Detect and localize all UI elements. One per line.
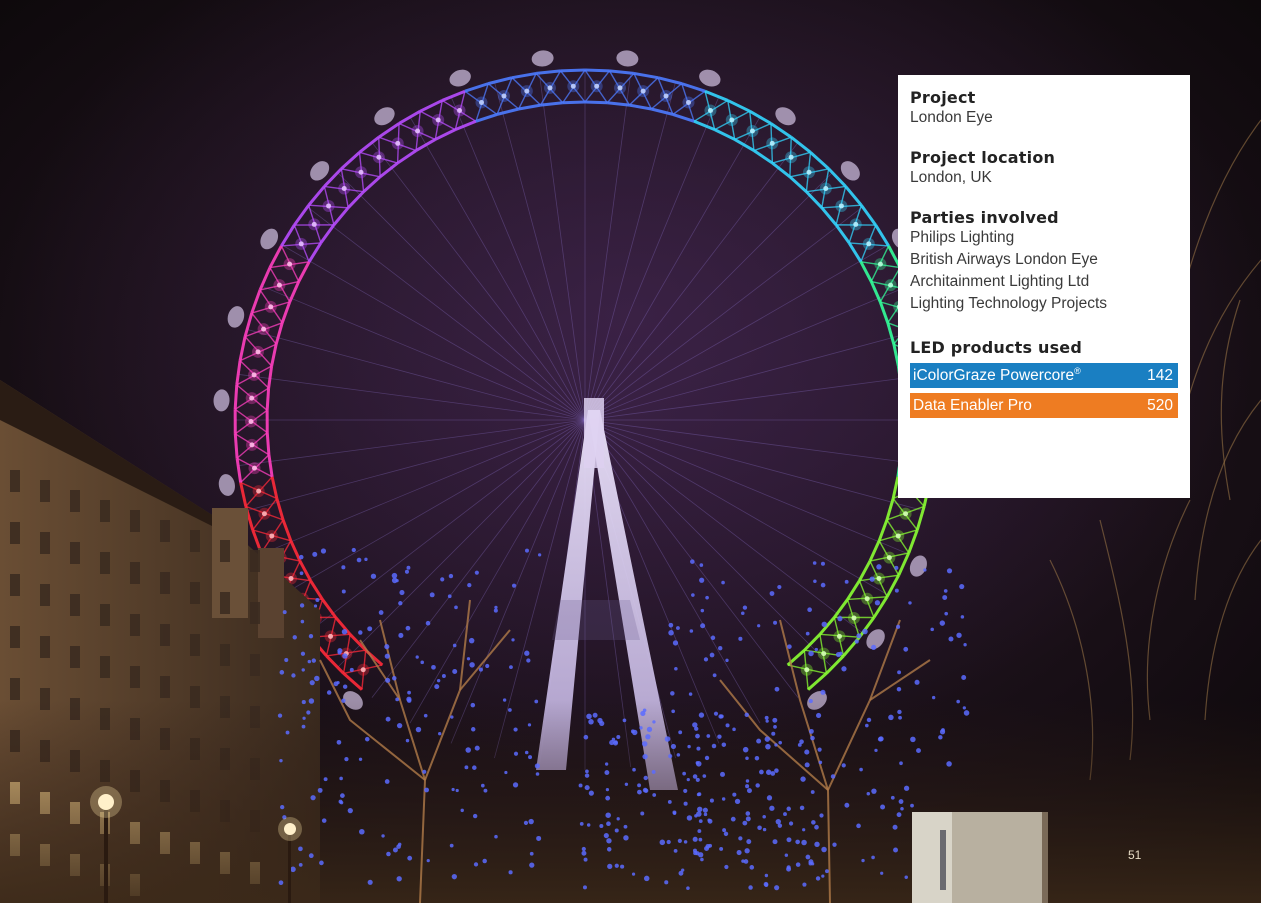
project-info-panel: Project London Eye Project location Lond… — [898, 75, 1190, 498]
party-item: Architainment Lighting Ltd — [910, 273, 1090, 290]
product-count: 142 — [1147, 366, 1173, 384]
ground-glow — [0, 700, 1261, 903]
product-row-data-enabler: Data Enabler Pro 520 — [910, 393, 1178, 418]
project-heading: Project — [910, 88, 976, 107]
location-block: Project location London, UK — [910, 148, 1178, 188]
product-count: 520 — [1147, 396, 1173, 414]
location-heading: Project location — [910, 148, 1056, 167]
brochure-page: Project London Eye Project location Lond… — [0, 0, 1261, 903]
project-value: London Eye — [910, 109, 993, 126]
product-name: iColorGraze Powercore® — [913, 365, 1081, 385]
parties-block: Parties involved Philips Lighting Britis… — [910, 208, 1178, 314]
product-name: Data Enabler Pro — [913, 396, 1032, 414]
products-block: LED products used iColorGraze Powercore®… — [910, 338, 1178, 418]
party-item: Lighting Technology Projects — [910, 295, 1108, 312]
kiosk — [912, 812, 1048, 903]
product-row-icolorgraze: iColorGraze Powercore® 142 — [910, 363, 1178, 388]
products-heading: LED products used — [910, 338, 1083, 357]
project-block: Project London Eye — [910, 88, 1178, 128]
location-value: London, UK — [910, 169, 992, 186]
party-item: British Airways London Eye — [910, 251, 1098, 268]
parties-heading: Parties involved — [910, 208, 1059, 227]
page-number: 51 — [1128, 848, 1142, 862]
party-item: Philips Lighting — [910, 229, 1015, 246]
